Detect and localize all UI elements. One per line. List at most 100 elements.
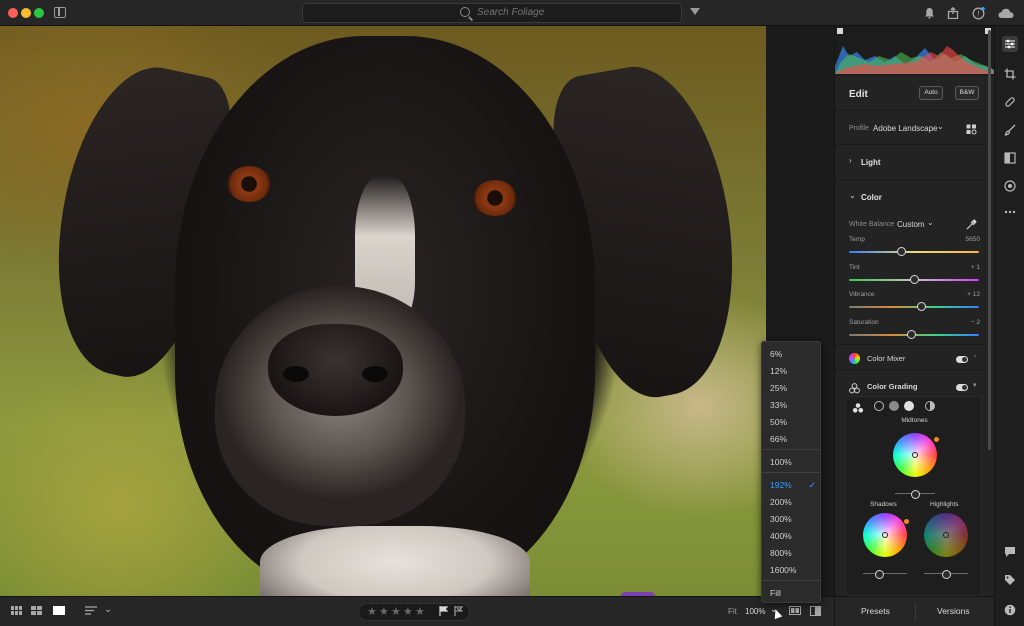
- shadows-luminance-knob[interactable]: [874, 570, 884, 579]
- balance-slider-knob[interactable]: [910, 490, 920, 499]
- star-icon[interactable]: ★: [403, 605, 413, 618]
- star-icon[interactable]: ★: [367, 605, 377, 618]
- star-icon[interactable]: ★: [391, 605, 401, 618]
- profile-select[interactable]: Adobe Landscape: [873, 124, 938, 133]
- svg-text:!: !: [977, 9, 979, 18]
- zoom-menu-item[interactable]: 1600%: [770, 563, 820, 577]
- shadows-luminance-track[interactable]: [863, 573, 907, 574]
- color-section-header[interactable]: Color: [861, 193, 882, 202]
- star-icon[interactable]: ★: [379, 605, 389, 618]
- tab-presets[interactable]: Presets: [861, 606, 890, 616]
- detail-view-icon[interactable]: [53, 606, 65, 618]
- slider-knob[interactable]: [917, 302, 927, 311]
- minimize-window-button[interactable]: [21, 8, 31, 18]
- linear-gradient-icon[interactable]: [1002, 150, 1018, 166]
- zoom-menu-item[interactable]: 200%: [770, 495, 820, 509]
- midtones-wheel-handle[interactable]: [912, 452, 918, 458]
- before-after-icon[interactable]: [810, 606, 821, 619]
- brush-icon[interactable]: [1002, 122, 1018, 138]
- color-mixer-row[interactable]: Color Mixer ‹: [835, 348, 985, 370]
- compare-view-icon[interactable]: [789, 606, 801, 618]
- auto-button[interactable]: Auto: [919, 86, 943, 100]
- highlights-color-wheel[interactable]: [924, 513, 968, 557]
- star-rating[interactable]: ★ ★ ★ ★ ★: [358, 603, 470, 621]
- slider-track[interactable]: [849, 306, 979, 308]
- info-icon[interactable]: [1002, 602, 1018, 618]
- help-icon[interactable]: !: [970, 5, 986, 21]
- reject-flag-icon[interactable]: [454, 606, 464, 618]
- zoom-menu-item[interactable]: 800%: [770, 546, 820, 560]
- slider-knob[interactable]: [909, 275, 919, 284]
- zoom-menu-item[interactable]: 300%: [770, 512, 820, 526]
- zoom-menu-item[interactable]: 25%: [770, 381, 820, 395]
- highlights-view-icon[interactable]: [904, 401, 914, 411]
- zoom-menu-item[interactable]: 6%: [770, 347, 820, 361]
- comment-icon[interactable]: [1002, 544, 1018, 560]
- sort-icon[interactable]: [85, 606, 97, 618]
- slider-value[interactable]: + 12: [967, 291, 980, 298]
- shadows-color-wheel[interactable]: [863, 513, 907, 557]
- chevron-down-icon[interactable]: ⌄: [104, 604, 112, 615]
- chevron-down-icon[interactable]: ⌄: [927, 218, 934, 227]
- radial-gradient-icon[interactable]: [1002, 178, 1018, 194]
- close-window-button[interactable]: [8, 8, 18, 18]
- fit-zoom-option[interactable]: Fit: [728, 607, 737, 616]
- bw-button[interactable]: B&W: [955, 86, 979, 100]
- color-grading-row[interactable]: Color Grading ▾: [835, 376, 985, 398]
- search-bar[interactable]: [302, 3, 682, 23]
- zoom-menu-item[interactable]: 192% ✓: [770, 478, 820, 492]
- shadows-view-icon[interactable]: [874, 401, 884, 411]
- slider-value[interactable]: − 2: [971, 319, 980, 326]
- square-grid-view-icon[interactable]: [31, 606, 42, 618]
- pick-flag-icon[interactable]: [439, 606, 449, 618]
- maximize-window-button[interactable]: [34, 8, 44, 18]
- chevron-down-icon[interactable]: ▾: [973, 381, 977, 389]
- slider-value[interactable]: + 1: [971, 264, 980, 271]
- slider-value[interactable]: 5650: [966, 236, 980, 243]
- star-icon[interactable]: ★: [415, 605, 425, 618]
- light-section-header[interactable]: Light: [861, 158, 881, 167]
- chevron-right-icon[interactable]: ›: [849, 156, 852, 165]
- global-view-icon[interactable]: [925, 401, 935, 411]
- grid-view-icon[interactable]: [11, 606, 22, 618]
- photo-canvas[interactable]: [0, 26, 766, 596]
- chevron-left-icon[interactable]: ‹: [974, 354, 976, 360]
- edit-sliders-icon[interactable]: [1002, 36, 1018, 52]
- shadows-hue-indicator: [904, 519, 909, 524]
- eyedropper-icon[interactable]: [966, 217, 977, 235]
- midtones-color-wheel[interactable]: [893, 433, 937, 477]
- zoom-menu-item[interactable]: 100%: [770, 455, 820, 469]
- midtones-view-icon[interactable]: [889, 401, 899, 411]
- zoom-menu-item[interactable]: 12%: [770, 364, 820, 378]
- panel-scrollbar[interactable]: [988, 30, 991, 450]
- zoom-menu-item[interactable]: 400%: [770, 529, 820, 543]
- tag-icon[interactable]: [1002, 572, 1018, 588]
- chevron-down-icon[interactable]: ⌄: [937, 122, 944, 131]
- healing-brush-icon[interactable]: [1002, 94, 1018, 110]
- zoom-menu-item[interactable]: 66%: [770, 432, 820, 446]
- chevron-down-icon[interactable]: ⌄: [849, 191, 856, 200]
- highlights-luminance-knob[interactable]: [941, 570, 951, 579]
- more-options-icon[interactable]: [1002, 204, 1018, 220]
- shadows-wheel-handle[interactable]: [882, 532, 888, 538]
- zoom-menu-item[interactable]: 50%: [770, 415, 820, 429]
- bell-icon[interactable]: [921, 5, 937, 21]
- color-mixer-toggle[interactable]: [956, 356, 968, 363]
- share-icon[interactable]: [945, 5, 961, 21]
- cloud-icon[interactable]: [998, 5, 1014, 21]
- highlights-wheel-handle[interactable]: [943, 532, 949, 538]
- slider-track[interactable]: [849, 251, 979, 253]
- white-balance-select[interactable]: Custom: [897, 220, 925, 229]
- sidebar-toggle-icon[interactable]: [54, 7, 66, 18]
- search-input[interactable]: [477, 7, 657, 18]
- zoom-level[interactable]: 100%: [745, 607, 765, 616]
- tab-versions[interactable]: Versions: [937, 606, 970, 616]
- color-grading-toggle[interactable]: [956, 384, 968, 391]
- slider-knob[interactable]: [896, 247, 906, 256]
- crop-icon[interactable]: [1002, 66, 1018, 82]
- zoom-menu-item[interactable]: Fill: [770, 586, 820, 600]
- filter-icon[interactable]: [690, 8, 700, 15]
- profile-browser-icon[interactable]: [966, 122, 977, 140]
- zoom-menu-item[interactable]: 33%: [770, 398, 820, 412]
- slider-knob[interactable]: [906, 330, 916, 339]
